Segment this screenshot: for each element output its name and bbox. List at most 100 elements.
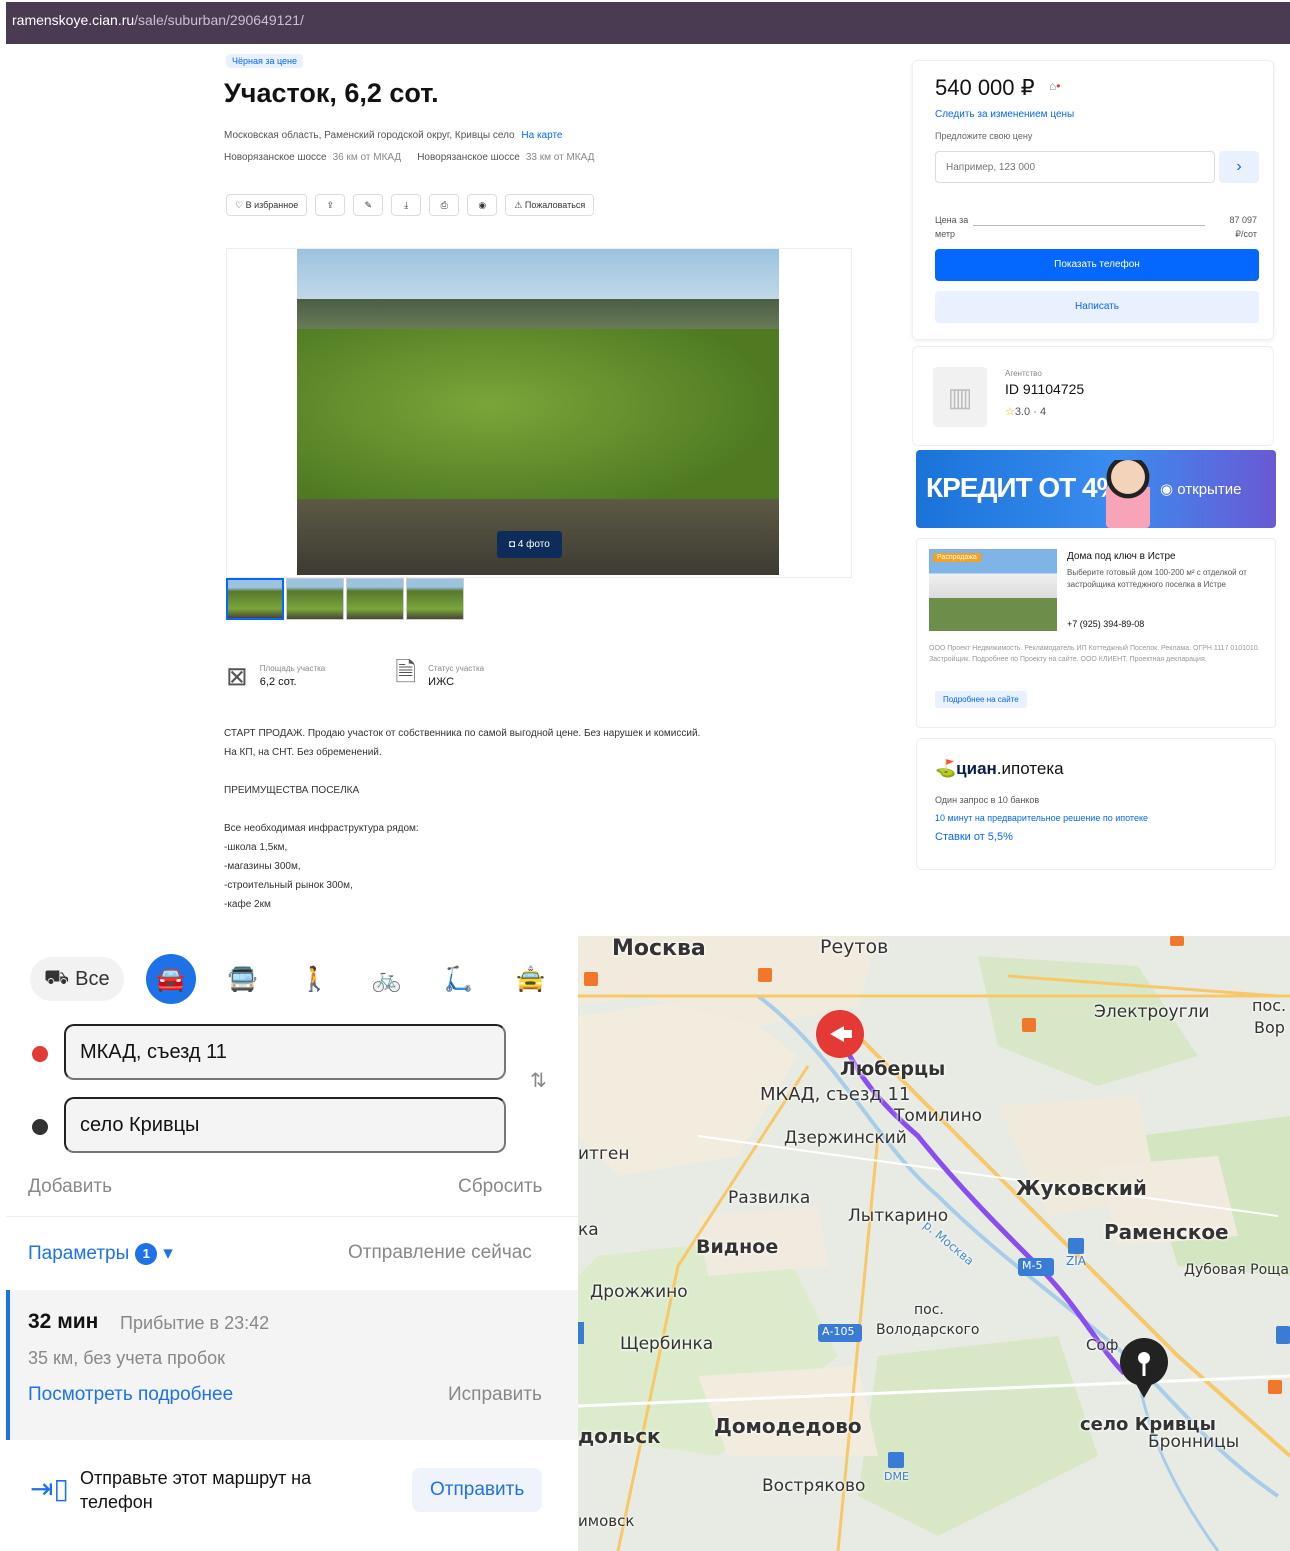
- mode-scooter-button[interactable]: 🛴: [434, 954, 484, 1004]
- url-host: ramenskoye.cian.ru: [12, 12, 135, 28]
- thumbnail[interactable]: [286, 578, 344, 620]
- highway-distance: 33 км от МКАД: [525, 152, 595, 163]
- map-label-moscow: Москва: [612, 936, 706, 961]
- map-label-tomilino: Томилино: [894, 1106, 983, 1126]
- departure-select[interactable]: Отправление сейчас: [348, 1242, 532, 1264]
- thumbnail[interactable]: [346, 578, 404, 620]
- route-distance: 35 км, без учета пробок: [28, 1348, 226, 1368]
- map-label-razvilka: Развилка: [728, 1188, 811, 1208]
- map-label-mkad-exit: МКАД, съезд 11: [760, 1084, 911, 1105]
- route-params-button[interactable]: Параметры 1 ▾: [28, 1242, 173, 1265]
- map-label-zia: ZIA: [1066, 1254, 1086, 1268]
- main-photo[interactable]: ◘ 4 фото: [297, 249, 779, 575]
- mode-bike-button[interactable]: 🚲: [362, 954, 412, 1004]
- map-road-m5: М-5: [1022, 1259, 1043, 1272]
- show-phone-button[interactable]: Показать телефон: [935, 249, 1259, 281]
- map-label-dzerzhinsky: Дзержинский: [784, 1128, 907, 1148]
- divider: [6, 1216, 578, 1217]
- mode-walk-button[interactable]: 🚶: [290, 954, 340, 1004]
- map-label-ka: ка: [578, 1220, 599, 1240]
- description-line: Все необходимая инфраструктура рядом:: [224, 823, 419, 834]
- hide-button[interactable]: ◉: [467, 194, 498, 216]
- share-button[interactable]: ⇪: [315, 194, 346, 216]
- route-fix-link[interactable]: Исправить: [448, 1384, 542, 1406]
- route-option-card[interactable]: 32 мин Прибытие в 23:42 35 км, без учета…: [6, 1290, 578, 1440]
- send-route-button[interactable]: Отправить: [412, 1468, 543, 1512]
- listing-page: Чёрная за цене Участок, 6,2 сот. Московс…: [0, 44, 1290, 934]
- mode-all-button[interactable]: ⛟ Все: [30, 957, 124, 1001]
- price-history-icon[interactable]: ⌂•: [1049, 79, 1060, 93]
- route-from-input[interactable]: [64, 1024, 506, 1080]
- cian-logo-icon: ⛳: [935, 759, 957, 778]
- map-label-pos: пос.: [1252, 996, 1287, 1015]
- description-line: -строительный рынок 300м,: [224, 880, 353, 891]
- map-label-dubovaya: Дубовая Роща: [1184, 1262, 1289, 1278]
- param-status: 🗎 Статус участка ИЖС: [395, 654, 484, 698]
- star-icon: ☆: [1005, 406, 1015, 418]
- ad-card[interactable]: Распродажа Дома под ключ в Истре Выберит…: [916, 538, 1276, 728]
- thumbnail[interactable]: [226, 578, 284, 620]
- ipoteka-rate-link[interactable]: Ставки от 5,5%: [935, 831, 1013, 843]
- reset-link[interactable]: Сбросить: [458, 1176, 542, 1198]
- favorite-button[interactable]: ♡ В избранное: [226, 194, 308, 216]
- map-label-lyubertsy: Люберцы: [840, 1058, 946, 1080]
- description-line: [224, 762, 844, 781]
- map-label-pos-volod: пос.: [914, 1302, 944, 1318]
- ipoteka-subtitle: Один запрос в 10 банков: [935, 795, 1040, 805]
- area-icon: ⊠: [226, 660, 248, 691]
- address-bar[interactable]: ramenskoye.cian.ru/sale/suburban/2906491…: [6, 2, 1290, 44]
- complain-button[interactable]: ⚠ Пожаловаться: [505, 194, 595, 216]
- description-line: -магазины 300м,: [224, 861, 301, 872]
- map-label-chekhov: имовск: [578, 1512, 635, 1530]
- ad-phone[interactable]: +7 (925) 394-89-08: [1067, 619, 1144, 629]
- description-line: -кафе 2км: [224, 899, 271, 910]
- map-label-itgen: итген: [578, 1144, 630, 1164]
- download-button[interactable]: ⤓: [391, 194, 422, 216]
- agent-card[interactable]: ▥ Агентство ID 91104725 ☆3.0 · 4: [912, 346, 1274, 446]
- price-card: 540 000 ₽ ⌂• Следить за изменением цены …: [912, 60, 1274, 340]
- listing-params: ⊠ Площадь участка 6,2 сот. 🗎 Статус участ…: [226, 654, 484, 698]
- ad-title: Дома под ключ в Истре: [1067, 551, 1176, 562]
- thumbnail[interactable]: [406, 578, 464, 620]
- mode-car-button[interactable]: 🚘: [145, 954, 196, 1004]
- map-label-reutov: Реутов: [820, 936, 889, 958]
- follow-price-link[interactable]: Следить за изменением цены: [935, 109, 1074, 120]
- offer-submit-button[interactable]: ›: [1219, 151, 1259, 183]
- divider: [973, 225, 1205, 226]
- photo-count-button[interactable]: ◘ 4 фото: [497, 531, 562, 558]
- map-label-sof: Соф: [1086, 1336, 1119, 1354]
- bus-icon: 🚍: [227, 965, 258, 993]
- route-to-input[interactable]: [64, 1097, 506, 1153]
- map-label-ramenskoye: Раменское: [1104, 1220, 1229, 1244]
- map-label-elektrougli: Электроугли: [1094, 1002, 1210, 1022]
- bank-banner[interactable]: КРЕДИТ ОТ 4% ◉ открытие: [916, 450, 1276, 528]
- map-label-podolsk: дольск: [578, 1424, 661, 1448]
- thumbnail-strip: [226, 578, 464, 620]
- add-point-link[interactable]: Добавить: [28, 1176, 112, 1198]
- bike-icon: 🚲: [371, 965, 402, 993]
- mode-taxi-button[interactable]: 🚖: [506, 954, 556, 1004]
- ad-tag: Распродажа: [933, 553, 981, 562]
- price-unit-row: метр ₽/сот: [935, 229, 1257, 240]
- offer-price-input[interactable]: [935, 151, 1215, 183]
- ad-more-button[interactable]: Подробнее на сайте: [935, 691, 1027, 708]
- map-label-volod: Володарского: [876, 1322, 980, 1338]
- map-link[interactable]: На карте: [521, 130, 562, 141]
- swap-icon[interactable]: ⇅: [530, 1068, 547, 1093]
- photo-gallery[interactable]: ◘ 4 фото: [226, 248, 852, 578]
- photo-treeline: [297, 299, 779, 333]
- ipoteka-link[interactable]: 10 минут на предварительное решение по и…: [935, 813, 1148, 823]
- note-button[interactable]: ✎: [353, 194, 384, 216]
- route-details-link[interactable]: Посмотреть подробнее: [28, 1384, 233, 1406]
- ipoteka-card[interactable]: ⛳циан.ипотека Один запрос в 10 банков 10…: [916, 738, 1276, 870]
- route-duration: 32 мин: [28, 1310, 99, 1333]
- car-bus-icon: ⛟: [44, 966, 70, 989]
- write-button[interactable]: Написать: [935, 291, 1259, 323]
- price-per-value: 87 097: [1229, 215, 1257, 225]
- map-label-vostryakovo: Востряково: [762, 1476, 866, 1496]
- map[interactable]: Москва Реутов Электроугли пос. Вор Любер…: [578, 936, 1290, 1551]
- address-text: Московская область, Раменский городской …: [224, 130, 515, 141]
- photo-field: [297, 329, 779, 519]
- mode-transit-button[interactable]: 🚍: [218, 954, 268, 1004]
- print-button[interactable]: ⎙: [429, 194, 460, 216]
